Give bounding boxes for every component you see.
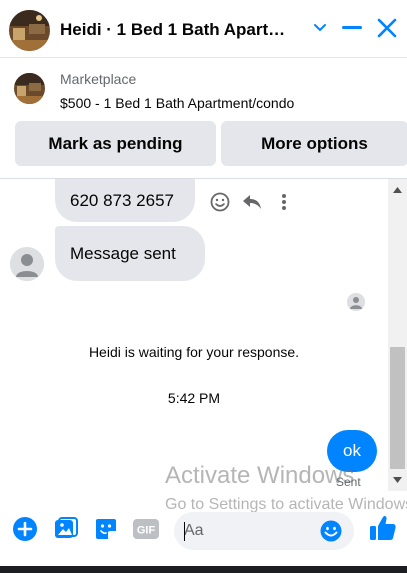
minimize-icon[interactable] [338,14,366,42]
message-actions [204,188,300,216]
mark-as-pending-button[interactable]: Mark as pending [15,121,216,166]
scroll-up-arrow-icon[interactable] [388,183,407,197]
message-bubble[interactable]: Message sent [55,226,205,281]
marketplace-label: Marketplace [60,71,137,87]
scroll-down-arrow-icon[interactable] [388,473,407,487]
message-timestamp: 5:42 PM [167,390,221,406]
seller-avatar[interactable] [9,10,50,51]
thumbs-up-icon[interactable] [368,513,398,543]
photo-gallery-icon[interactable] [53,516,79,542]
react-smiley-icon[interactable] [204,188,236,216]
message-bubble[interactable]: 620 873 2657 [55,179,195,222]
emoji-icon[interactable] [319,519,343,543]
more-vertical-icon[interactable] [268,188,300,216]
message-input[interactable] [184,512,319,550]
chat-scrollbar[interactable] [388,179,407,491]
sticker-icon[interactable] [93,516,119,542]
chat-window: Heidi · 1 Bed 1 Bath Apartment/condo Mar… [0,0,407,573]
gif-icon[interactable]: GIF [133,516,159,542]
chat-header: Heidi · 1 Bed 1 Bath Apartment/condo [0,0,407,58]
more-options-button[interactable]: More options [221,121,407,166]
activate-windows-watermark: Activate Windows [165,462,355,489]
close-icon[interactable] [373,14,401,42]
message-input-wrapper[interactable] [174,512,354,550]
sender-avatar[interactable] [10,247,44,281]
gif-icon-label: GIF [137,525,156,537]
listing-title[interactable]: $500 - 1 Bed 1 Bath Apartment/condo [60,95,294,111]
scroll-thumb[interactable] [390,347,405,469]
add-plus-icon[interactable] [12,516,38,542]
text-caret [184,522,185,541]
bottom-edge [0,566,407,573]
reply-icon[interactable] [236,188,268,216]
chevron-down-icon[interactable] [306,14,334,42]
conversation-title: Heidi · 1 Bed 1 Bath Apartment/condo [60,20,292,39]
message-status: Sent [336,475,361,489]
read-receipt-avatar [347,293,365,311]
listing-thumbnail[interactable] [14,73,45,104]
waiting-notice: Heidi is waiting for your response. [88,344,300,360]
